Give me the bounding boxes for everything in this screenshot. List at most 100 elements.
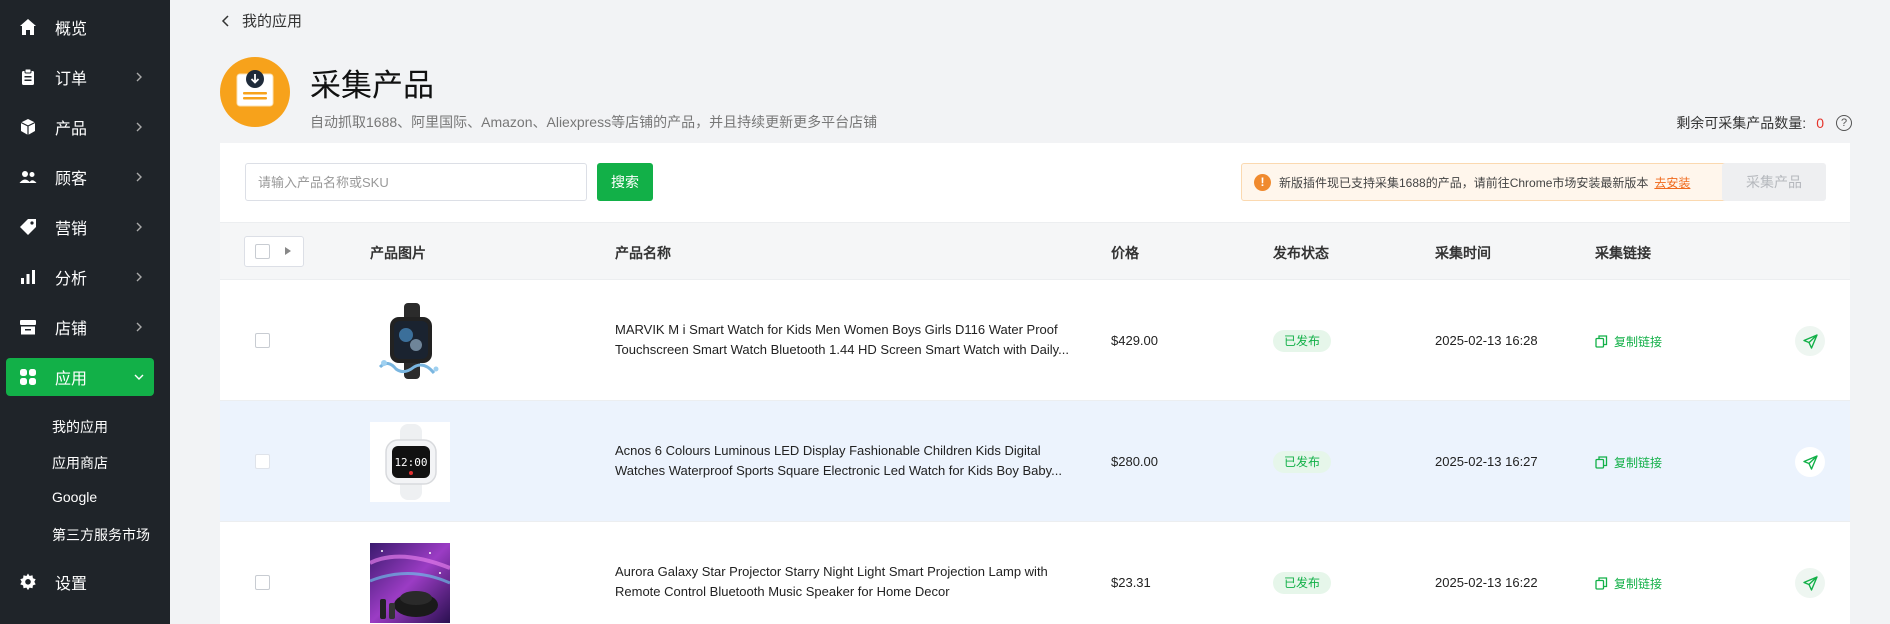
publish-button[interactable]	[1795, 447, 1825, 477]
column-header-time: 采集时间	[1435, 245, 1491, 261]
sidebar-subitem-google[interactable]: Google	[52, 489, 97, 505]
product-price: $23.31	[1111, 575, 1151, 590]
sidebar-subitem-app-store[interactable]: 应用商店	[52, 453, 108, 473]
copy-link-label: 复制链接	[1614, 577, 1663, 591]
column-header-link: 采集链接	[1595, 245, 1651, 261]
sidebar-item-marketing[interactable]: 营销	[6, 208, 154, 246]
page-title: 采集产品	[310, 68, 434, 103]
search-button[interactable]: 搜索	[597, 163, 653, 201]
page-description: 自动抓取1688、阿里国际、Amazon、Aliexpress等店铺的产品，并且…	[310, 114, 878, 130]
sidebar-item-orders[interactable]: 订单	[6, 58, 154, 96]
table-header: 产品图片 产品名称 价格 发布状态 采集时间 采集链接	[220, 222, 1850, 280]
sidebar-item-label: 分析	[55, 271, 88, 288]
chevron-right-icon	[136, 272, 142, 282]
chevron-right-icon	[136, 172, 142, 182]
content-card: 搜索 ! 新版插件现已支持采集1688的产品，请前往Chrome市场安装最新版本…	[220, 143, 1850, 624]
remaining-label: 剩余可采集产品数量:	[1676, 115, 1807, 131]
download-doc-icon	[236, 70, 274, 107]
copy-icon	[1595, 456, 1608, 469]
chevron-right-icon	[136, 322, 142, 332]
chevron-down-icon	[134, 374, 144, 380]
sidebar-item-label: 概览	[55, 21, 88, 38]
bulk-select[interactable]	[244, 236, 304, 267]
collect-time: 2025-02-13 16:27	[1435, 454, 1538, 469]
chevron-left-icon	[221, 14, 229, 27]
product-image: 12:00	[370, 422, 450, 502]
home-icon	[18, 17, 38, 37]
notice-text: 新版插件现已支持采集1688的产品，请前往Chrome市场安装最新版本	[1279, 175, 1649, 190]
sidebar-item-store[interactable]: 店铺	[6, 308, 154, 346]
sidebar-subitem-my-apps[interactable]: 我的应用	[52, 417, 108, 437]
sidebar-item-overview[interactable]: 概览	[6, 8, 154, 46]
sidebar-item-apps[interactable]: 应用	[6, 358, 154, 396]
apps-icon	[18, 367, 38, 387]
send-icon	[1802, 575, 1818, 591]
sidebar-item-label: 应用	[55, 371, 88, 388]
collect-products-button[interactable]: 采集产品	[1722, 163, 1826, 201]
column-header-name: 产品名称	[615, 245, 671, 261]
product-image	[370, 543, 450, 623]
sidebar-item-products[interactable]: 产品	[6, 108, 154, 146]
back-link[interactable]: 我的应用	[220, 10, 302, 31]
search-input[interactable]	[245, 163, 587, 201]
copy-link-label: 复制链接	[1614, 335, 1663, 349]
chevron-right-icon	[136, 222, 142, 232]
back-label: 我的应用	[242, 13, 303, 30]
sidebar-item-label: 产品	[55, 121, 88, 138]
sidebar-item-label: 店铺	[55, 321, 88, 338]
table-row[interactable]: 12:00 Acnos 6 Colours Luminous LED Displ…	[220, 401, 1850, 522]
sidebar-item-settings[interactable]: 设置	[6, 563, 154, 601]
chevron-right-icon	[136, 72, 142, 82]
remaining-count: 0	[1816, 115, 1824, 131]
publish-button[interactable]	[1795, 568, 1825, 598]
clipboard-icon	[18, 67, 38, 87]
bar-chart-icon	[18, 267, 38, 287]
product-name: Aurora Galaxy Star Projector Starry Nigh…	[615, 564, 1048, 599]
copy-link-button[interactable]: 复制链接	[1595, 333, 1662, 350]
chevron-right-icon	[136, 122, 142, 132]
copy-icon	[1595, 335, 1608, 348]
column-header-price: 价格	[1111, 245, 1139, 261]
sidebar-item-label: 设置	[55, 576, 88, 593]
publish-button[interactable]	[1795, 326, 1825, 356]
sidebar-subitem-third-party-market[interactable]: 第三方服务市场	[52, 525, 150, 545]
copy-icon	[1595, 577, 1608, 590]
copy-link-label: 复制链接	[1614, 456, 1663, 470]
select-all-checkbox[interactable]	[255, 244, 270, 259]
app-icon	[220, 57, 290, 127]
sidebar: 概览 订单 产品 顾客 营销 分析 店铺 应用 我的应用 应用商店 Google…	[0, 0, 170, 624]
send-icon	[1802, 454, 1818, 470]
status-badge: 已发布	[1273, 451, 1331, 473]
box-icon	[18, 117, 38, 137]
copy-link-button[interactable]: 复制链接	[1595, 575, 1662, 592]
watch-time-display: 12:00	[394, 456, 427, 469]
table-row[interactable]: MARVIK M i Smart Watch for Kids Men Wome…	[220, 280, 1850, 401]
collect-time: 2025-02-13 16:28	[1435, 333, 1538, 348]
warning-icon: !	[1254, 173, 1271, 191]
tag-icon	[18, 217, 38, 237]
product-price: $429.00	[1111, 333, 1158, 348]
product-name: MARVIK M i Smart Watch for Kids Men Wome…	[615, 322, 1069, 357]
column-header-status: 发布状态	[1273, 245, 1329, 261]
collect-time: 2025-02-13 16:22	[1435, 575, 1538, 590]
help-icon[interactable]: ?	[1836, 115, 1852, 131]
product-name: Acnos 6 Colours Luminous LED Display Fas…	[615, 443, 1063, 478]
row-checkbox[interactable]	[255, 454, 270, 469]
sidebar-item-label: 营销	[55, 221, 88, 238]
sidebar-item-label: 顾客	[55, 171, 88, 188]
caret-right-icon[interactable]	[285, 247, 291, 255]
users-icon	[18, 167, 38, 187]
row-checkbox[interactable]	[255, 575, 270, 590]
store-icon	[18, 317, 38, 337]
sidebar-item-customers[interactable]: 顾客	[6, 158, 154, 196]
row-checkbox[interactable]	[255, 333, 270, 348]
notice-banner: ! 新版插件现已支持采集1688的产品，请前往Chrome市场安装最新版本 去安…	[1241, 163, 1732, 201]
gear-icon	[18, 572, 38, 592]
product-price: $280.00	[1111, 454, 1158, 469]
install-link[interactable]: 去安装	[1654, 174, 1690, 191]
product-image	[370, 301, 450, 381]
table-row[interactable]: Aurora Galaxy Star Projector Starry Nigh…	[220, 522, 1850, 624]
copy-link-button[interactable]: 复制链接	[1595, 454, 1662, 471]
column-header-image: 产品图片	[370, 245, 426, 261]
sidebar-item-analytics[interactable]: 分析	[6, 258, 154, 296]
